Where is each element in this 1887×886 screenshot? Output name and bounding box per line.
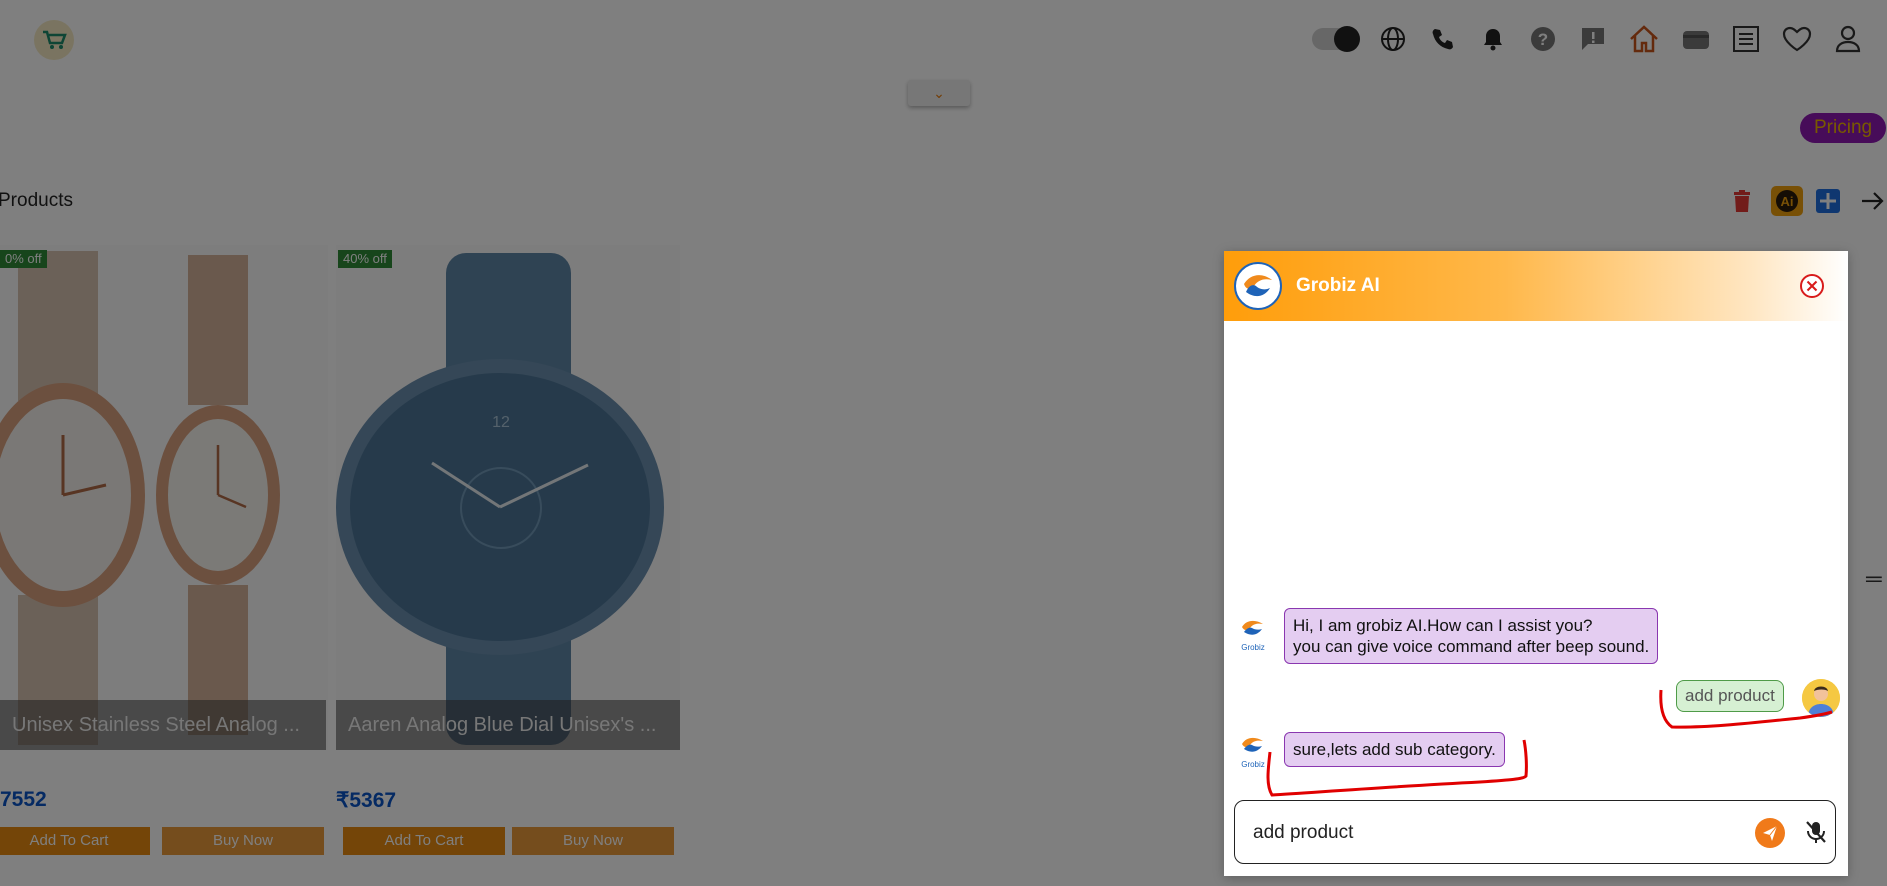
chat-header: Grobiz AI bbox=[1224, 251, 1848, 321]
bot-message: sure,lets add sub category. bbox=[1284, 732, 1505, 767]
mic-off-button[interactable] bbox=[1801, 817, 1831, 847]
bot-avatar: Grobiz bbox=[1236, 614, 1270, 652]
svg-text:Grobiz: Grobiz bbox=[1241, 643, 1265, 652]
chat-input[interactable] bbox=[1251, 821, 1735, 845]
mic-off-icon bbox=[1806, 821, 1826, 843]
chat-title: Grobiz AI bbox=[1296, 275, 1380, 296]
close-icon[interactable] bbox=[1799, 273, 1825, 299]
user-message: add product bbox=[1676, 680, 1784, 712]
bot-message-line: you can give voice command after beep so… bbox=[1293, 637, 1650, 656]
svg-text:Grobiz: Grobiz bbox=[1241, 760, 1265, 769]
chat-input-box bbox=[1234, 800, 1836, 864]
send-button[interactable] bbox=[1755, 818, 1785, 848]
bot-message: Hi, I am grobiz AI.How can I assist you?… bbox=[1284, 608, 1659, 664]
bot-message-line: Hi, I am grobiz AI.How can I assist you? bbox=[1293, 616, 1593, 635]
bot-avatar: Grobiz bbox=[1236, 731, 1270, 769]
send-icon bbox=[1763, 825, 1778, 841]
grobiz-logo bbox=[1234, 262, 1282, 310]
chat-panel: Grobiz AI Grobiz Hi, I am grobiz AI.How … bbox=[1224, 251, 1848, 876]
user-avatar bbox=[1802, 679, 1840, 717]
